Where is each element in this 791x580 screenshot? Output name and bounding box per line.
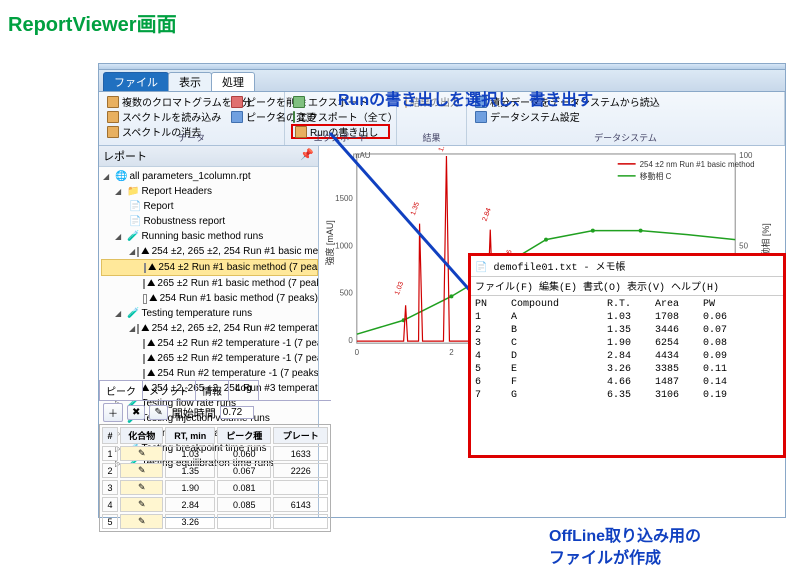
btn-edit-peak[interactable]: ✎ xyxy=(149,405,167,420)
col-rt: RT, min xyxy=(165,427,215,444)
pin-icon[interactable]: 📌 xyxy=(300,148,314,164)
peak-toolbar: ＋ ✖ ✎ 開始時間 xyxy=(99,401,331,424)
tree-root[interactable]: ◢🌐all parameters_1column.rpt xyxy=(101,169,318,184)
btn-export-all[interactable]: エクスポート（全て） xyxy=(291,109,390,124)
table-row[interactable]: 4✎2.840.0856143 xyxy=(102,497,328,512)
btn-add-peak[interactable]: ＋ xyxy=(103,403,123,422)
btn-datasystem-settings[interactable]: データシステム設定 xyxy=(473,109,778,124)
tree-temp1-265[interactable]: ⛰265 ±2 Run #2 temperature -1 (7 peaks) xyxy=(101,351,318,366)
tab-process[interactable]: 処理 xyxy=(211,72,255,91)
label: 254 Run #2 temperature -1 (7 peaks) xyxy=(157,366,318,381)
tree-temp-runs[interactable]: ◢🧪Testing temperature runs xyxy=(101,306,318,321)
svg-text:2: 2 xyxy=(449,348,454,357)
notepad-menubar[interactable]: ファイル(F) 編集(E) 書式(O) 表示(V) ヘルプ(H) xyxy=(471,277,783,296)
notepad-titlebar: 📄 demofile01.txt - メモ帳 xyxy=(471,256,783,277)
label: 254 ±2 Run #2 temperature -1 (7 peaks) xyxy=(157,336,318,351)
svg-text:100: 100 xyxy=(739,151,753,160)
notepad-title-text: demofile01.txt - メモ帳 xyxy=(493,263,625,274)
tree-run1[interactable]: ◢⛰254 ±2, 265 ±2, 254 Run #1 basic metho… xyxy=(101,244,318,259)
col-ptype: ピーク種 xyxy=(217,427,271,444)
label: Robustness report xyxy=(143,214,225,229)
label: 265 ±2 Run #2 temperature -1 (7 peaks) xyxy=(157,351,318,366)
label: Report Headers xyxy=(141,184,212,199)
start-time-label: 開始時間 xyxy=(172,405,216,421)
tree-run1-254[interactable]: ⛰254 ±2 Run #1 basic method (7 peaks) xyxy=(101,259,318,276)
label: Report xyxy=(143,199,173,214)
tab-info[interactable]: 情報 xyxy=(195,380,229,400)
tree-temp1-254b[interactable]: ⛰254 Run #2 temperature -1 (7 peaks) xyxy=(101,366,318,381)
start-time-input[interactable] xyxy=(220,406,254,419)
callout2-line2: ファイルが作成 xyxy=(549,548,701,570)
svg-text:移動相 C: 移動相 C xyxy=(640,171,672,181)
label: データシステム設定 xyxy=(490,109,580,124)
ribbon-group-data: 複数のクロマトグラムを積分 ピークを削除 スペクトルを読み込み ピーク名の変更 … xyxy=(99,92,285,145)
peak-table-header: # 化合物 RT, min ピーク種 プレート xyxy=(102,427,328,444)
notepad-body[interactable]: PN Compound R.T. Area PW 1 A 1.03 1708 0… xyxy=(471,296,783,404)
label: エクスポート（全て） xyxy=(298,109,398,124)
tab-peak[interactable]: ピーク xyxy=(99,380,143,400)
label: 254 Run #1 basic method (7 peaks) xyxy=(160,291,318,306)
peak-table[interactable]: # 化合物 RT, min ピーク種 プレート 1✎1.030.0601633 2… xyxy=(99,424,331,532)
tab-log[interactable]: Log xyxy=(228,380,259,400)
tree-report-headers[interactable]: ◢📁Report Headers xyxy=(101,184,318,199)
col-compound: 化合物 xyxy=(120,427,163,444)
tree-robustness[interactable]: 📄Robustness report xyxy=(101,214,318,229)
label: Testing temperature runs xyxy=(141,306,252,321)
tree-report[interactable]: 📄Report xyxy=(101,199,318,214)
col-plate: プレート xyxy=(273,427,328,444)
group-label-data: データ xyxy=(99,130,284,145)
tab-method[interactable]: メソッド xyxy=(142,380,196,400)
table-row[interactable]: 1✎1.030.0601633 xyxy=(102,446,328,461)
callout-offline-file: OffLine取り込み用の ファイルが作成 xyxy=(549,526,701,570)
label: Running basic method runs xyxy=(141,229,263,244)
tree-run1-254b[interactable]: ⛰254 Run #1 basic method (7 peaks) xyxy=(101,291,318,306)
tree-run1-265[interactable]: ⛰265 ±2 Run #1 basic method (7 peaks) xyxy=(101,276,318,291)
table-row[interactable]: 2✎1.350.0672226 xyxy=(102,463,328,478)
table-row[interactable]: 3✎1.900.081 xyxy=(102,480,328,495)
tree-temp1[interactable]: ◢⛰254 ±2, 265 ±2, 254 Run #2 temperature… xyxy=(101,321,318,336)
tab-file[interactable]: ファイル xyxy=(103,72,169,91)
svg-text:0: 0 xyxy=(348,336,353,345)
tree-panel-header: レポート 📌 xyxy=(99,146,318,167)
tree-temp1-254[interactable]: ⛰254 ±2 Run #2 temperature -1 (7 peaks) xyxy=(101,336,318,351)
tree-panel-title: レポート xyxy=(103,148,147,164)
label: 254 ±2 Run #1 basic method (7 peaks) xyxy=(158,260,318,275)
peak-table-panel: ピーク メソッド 情報 Log ＋ ✖ ✎ 開始時間 # 化合物 RT, min… xyxy=(99,380,331,522)
label: 254 ±2, 265 ±2, 254 Run #1 basic method … xyxy=(152,244,318,259)
tab-view[interactable]: 表示 xyxy=(168,72,212,91)
notepad-window: 📄 demofile01.txt - メモ帳 ファイル(F) 編集(E) 書式(… xyxy=(468,253,786,458)
label: all parameters_1column.rpt xyxy=(129,169,250,184)
callout-run-export: Runの書き出しを選択し、書き出す xyxy=(338,86,593,110)
col-num: # xyxy=(102,427,118,444)
label: 254 ±2, 265 ±2, 254 Run #2 temperature -… xyxy=(152,321,318,336)
svg-text:50: 50 xyxy=(739,242,748,251)
label: 265 ±2 Run #1 basic method (7 peaks) xyxy=(157,276,318,291)
peak-tabstrip: ピーク メソッド 情報 Log xyxy=(99,380,331,401)
table-row[interactable]: 5✎3.26 xyxy=(102,514,328,529)
btn-remove-peak[interactable]: ✖ xyxy=(127,405,145,420)
svg-text:254 ±2 nm Run #1 basic method: 254 ±2 nm Run #1 basic method xyxy=(640,160,755,169)
label: スペクトルを読み込み xyxy=(122,109,221,124)
callout2-line1: OffLine取り込み用の xyxy=(549,526,701,548)
page-main-title: ReportViewer画面 xyxy=(8,8,791,37)
tree-basic-runs[interactable]: ◢🧪Running basic method runs xyxy=(101,229,318,244)
svg-text:0: 0 xyxy=(355,348,360,357)
